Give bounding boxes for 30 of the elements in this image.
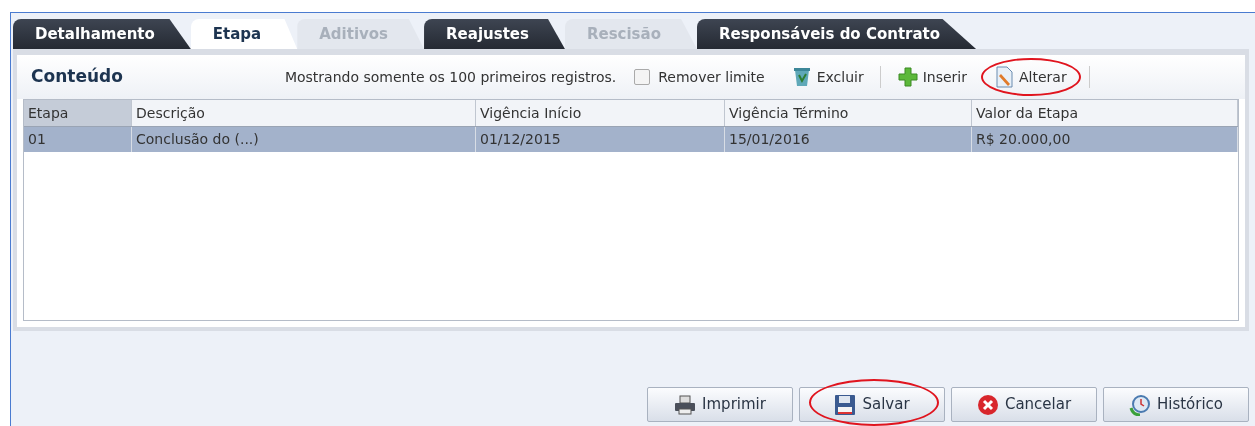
close-icon <box>976 393 999 416</box>
tab[interactable]: Etapa <box>190 19 298 49</box>
action-button[interactable]: Histórico <box>1103 387 1249 422</box>
tab[interactable]: Reajustes <box>424 19 565 49</box>
column-header[interactable]: Descrição <box>132 100 476 126</box>
action-button[interactable]: Imprimir <box>647 387 793 422</box>
table-cell: 01/12/2015 <box>476 127 725 152</box>
printer-icon <box>674 394 697 415</box>
table-cell: Conclusão do (...) <box>132 127 476 152</box>
table-cell: 15/01/2016 <box>725 127 972 152</box>
column-header[interactable]: Etapa <box>24 100 132 126</box>
tab[interactable]: Responsáveis do Contrato <box>696 19 977 49</box>
panel-title: Conteúdo <box>31 65 123 89</box>
toolbar-button[interactable]: Inserir <box>882 58 981 96</box>
toolbar-button[interactable]: Excluir <box>776 58 878 96</box>
plus-icon <box>896 66 919 88</box>
action-button[interactable]: Cancelar <box>951 387 1097 422</box>
column-header[interactable]: Valor da Etapa <box>972 100 1238 126</box>
table-cell: 01 <box>24 127 132 152</box>
checkbox-label[interactable]: Remover limite <box>658 66 765 88</box>
checkbox[interactable] <box>634 69 651 85</box>
limit-notice: Mostrando somente os 100 primeiros registros. <box>284 67 617 87</box>
table-row[interactable]: 01 Conclusão do (...) 01/12/2015 15/01/2016 R$ 20.000,00 <box>24 127 1238 153</box>
column-header[interactable]: Vigência Término <box>725 100 972 126</box>
pencil-document-icon <box>995 66 1015 88</box>
action-button[interactable]: Salvar <box>799 387 945 422</box>
table-cell: R$ 20.000,00 <box>972 127 1238 152</box>
toolbar-button[interactable]: Alterar <box>981 58 1081 96</box>
tab[interactable]: Detalhamento <box>13 19 191 49</box>
column-header[interactable]: Vigência Início <box>476 100 725 126</box>
